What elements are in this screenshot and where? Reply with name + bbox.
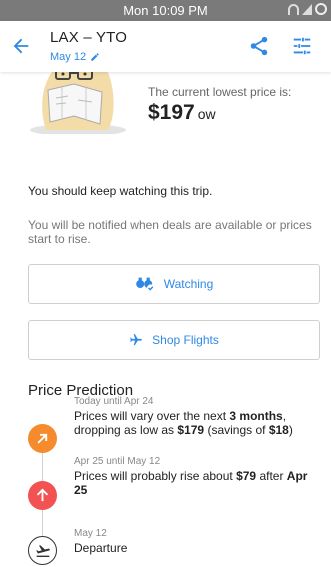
event-description: Prices will vary over the next 3 months,… (74, 409, 293, 437)
watching-button[interactable]: Watching (28, 264, 320, 304)
back-arrow-icon[interactable] (10, 35, 32, 57)
binoculars-check-icon (135, 277, 154, 292)
share-icon[interactable] (248, 35, 270, 57)
date-edit[interactable]: May 12 (50, 51, 100, 63)
airplane-takeoff-icon (35, 544, 50, 557)
event-date: Apr 25 until May 12 (74, 456, 161, 467)
mascot-illustration (28, 72, 136, 134)
status-time: Mon 10:09 PM (123, 3, 208, 18)
pencil-icon (91, 53, 99, 61)
date-label: May 12 (50, 51, 87, 63)
battery-icon (315, 3, 327, 15)
event-description: Departure (74, 541, 128, 555)
advice-headline: You should keep watching this trip. (28, 184, 213, 198)
shop-flights-button[interactable]: Shop Flights (28, 320, 320, 360)
current-price: $197 ow (148, 101, 216, 125)
advice-detail: You will be notified when deals are avai… (28, 218, 312, 246)
status-icons (288, 3, 327, 15)
signal-icon (302, 3, 312, 15)
prediction-event-3: May 12 Departure (74, 528, 324, 555)
arrow-down-right-icon (37, 433, 48, 444)
event-description: Prices will probably rise about $79 afte… (74, 469, 308, 497)
price-label: The current lowest price is: (148, 85, 292, 99)
status-bar: Mon 10:09 PM (0, 0, 331, 21)
prediction-event-2: Apr 25 until May 12 Prices will probably… (74, 456, 324, 497)
shop-flights-label: Shop Flights (152, 333, 219, 347)
event-date: Today until Apr 24 (74, 396, 154, 407)
timeline-connector (42, 453, 43, 481)
airplane-icon (130, 334, 142, 346)
app-bar: LAX – YTO May 12 (0, 21, 331, 72)
price-unit: ow (197, 106, 216, 122)
trend-circle-up (28, 481, 57, 510)
event-date: May 12 (74, 528, 107, 539)
mascot-with-map-icon (30, 72, 126, 134)
timeline-connector (42, 510, 43, 536)
departure-circle (28, 536, 57, 565)
filter-tune-icon[interactable] (291, 35, 313, 57)
watching-label: Watching (163, 277, 214, 291)
arrow-up-icon (36, 488, 49, 502)
trend-circle-down (28, 424, 57, 453)
price-amount: $197 (148, 101, 195, 124)
route-title: LAX – YTO (50, 29, 128, 46)
wifi-icon (288, 3, 299, 15)
prediction-event-1: Today until Apr 24 Prices will vary over… (74, 396, 324, 437)
